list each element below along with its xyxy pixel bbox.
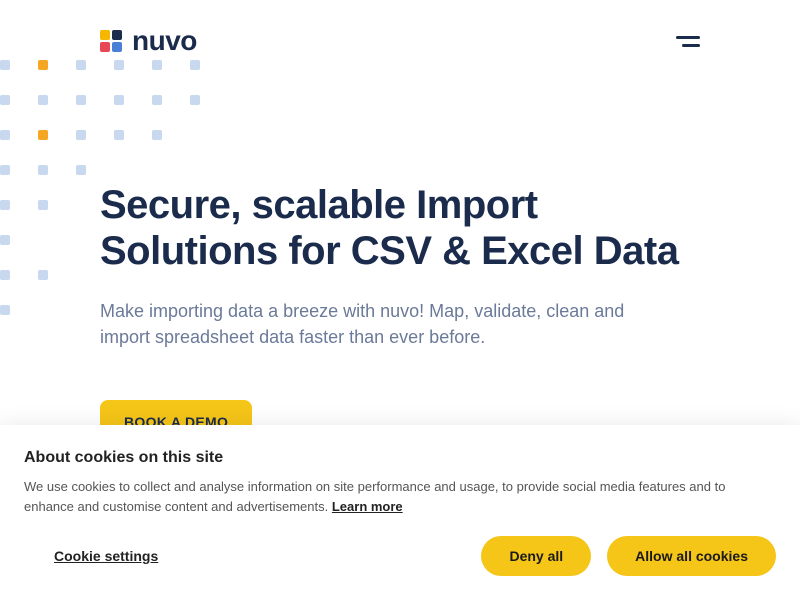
cookie-banner-text: We use cookies to collect and analyse in… [24,477,776,516]
hero-subtitle: Make importing data a breeze with nuvo! … [100,298,660,350]
brand-name: nuvo [132,25,197,57]
deny-all-button[interactable]: Deny all [481,536,591,576]
hero-section: Secure, scalable Import Solutions for CS… [0,82,800,484]
cookie-settings-link[interactable]: Cookie settings [24,548,158,564]
cookie-learn-more-link[interactable]: Learn more [332,499,403,514]
cookie-actions: Cookie settings Deny all Allow all cooki… [24,536,776,576]
logo-mark-icon [100,30,122,52]
allow-all-button[interactable]: Allow all cookies [607,536,776,576]
menu-icon[interactable] [676,36,700,47]
cookie-banner: About cookies on this site We use cookie… [0,425,800,600]
header: nuvo [0,0,800,82]
cookie-banner-title: About cookies on this site [24,449,776,467]
hero-title: Secure, scalable Import Solutions for CS… [100,182,700,274]
brand-logo[interactable]: nuvo [100,25,197,57]
